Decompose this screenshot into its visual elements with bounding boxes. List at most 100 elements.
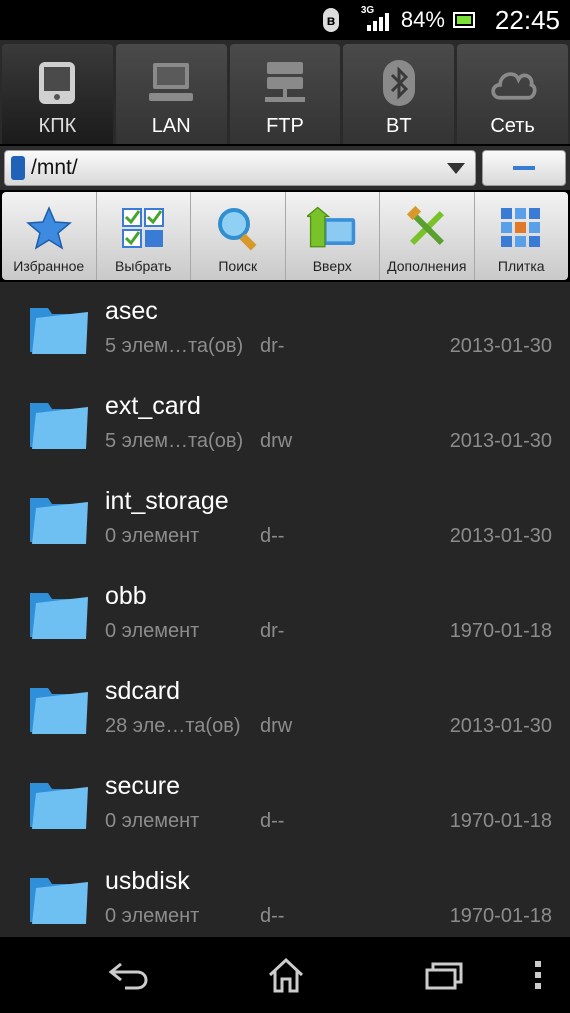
file-date: 1970-01-18 xyxy=(449,620,552,642)
select-button[interactable]: Выбрать xyxy=(97,192,191,280)
home-button[interactable] xyxy=(262,955,310,995)
search-button[interactable]: Поиск xyxy=(191,192,286,280)
file-date: 2013-01-30 xyxy=(449,715,552,737)
tab-label: FTP xyxy=(266,115,304,137)
grid-icon xyxy=(496,204,546,252)
tab-label: LAN xyxy=(151,115,191,137)
favorites-button[interactable]: Избранное xyxy=(2,192,97,280)
path-bar: /mnt/ xyxy=(0,146,570,190)
tab-ftp[interactable]: FTP xyxy=(229,44,341,144)
file-permissions: dr- xyxy=(260,335,285,357)
list-item[interactable]: usbdisk 0 элемент d-- 1970-01-18 xyxy=(0,852,570,937)
navigation-bar xyxy=(0,937,570,1013)
file-date: 2013-01-30 xyxy=(449,525,552,547)
path-dropdown[interactable]: /mnt/ xyxy=(4,150,476,186)
file-name: sdcard xyxy=(105,677,181,705)
file-name: ext_card xyxy=(105,392,201,420)
list-item[interactable]: asec 5 элем…та(ов) dr- 2013-01-30 xyxy=(0,282,570,377)
cloud-icon xyxy=(489,59,537,107)
file-count: 0 элемент xyxy=(105,810,200,832)
file-permissions: dr- xyxy=(260,620,285,642)
extras-button[interactable]: Дополнения xyxy=(380,192,475,280)
tile-view-button[interactable]: Плитка xyxy=(475,192,569,280)
tools-icon xyxy=(402,204,452,252)
tool-label: Плитка xyxy=(497,258,545,274)
list-item[interactable]: sdcard 28 эле…та(ов) drw 2013-01-30 xyxy=(0,662,570,757)
folder-icon xyxy=(28,488,90,548)
tool-label: Дополнения xyxy=(387,258,467,274)
chevron-down-icon xyxy=(447,162,465,174)
bluetooth-status-icon: ʙ xyxy=(322,8,339,32)
file-permissions: d-- xyxy=(260,810,285,832)
folder-icon xyxy=(28,393,90,453)
status-bar: ʙ 3G 84% 22:45 xyxy=(0,0,570,40)
file-count: 0 элемент xyxy=(105,905,200,927)
tab-network[interactable]: Сеть xyxy=(457,44,568,144)
file-date: 2013-01-30 xyxy=(449,430,552,452)
file-date: 1970-01-18 xyxy=(449,905,552,927)
tool-label: Избранное xyxy=(13,258,85,274)
file-list: asec 5 элем…та(ов) dr- 2013-01-30 ext_ca… xyxy=(0,282,570,937)
recent-apps-icon xyxy=(425,962,463,990)
signal-icon: 3G xyxy=(361,5,389,33)
checklist-icon xyxy=(118,204,168,252)
tool-label: Вверх xyxy=(312,258,352,274)
file-count: 5 элем…та(ов) xyxy=(105,430,244,452)
file-permissions: drw xyxy=(260,430,293,452)
network-server-icon xyxy=(261,59,309,107)
file-count: 0 элемент xyxy=(105,620,200,642)
home-icon xyxy=(268,957,304,993)
menu-button[interactable] xyxy=(528,955,548,995)
tab-lan[interactable]: LAN xyxy=(115,44,227,144)
computer-icon xyxy=(147,59,195,107)
file-name: obb xyxy=(105,582,147,610)
folder-icon xyxy=(28,583,90,643)
folder-up-icon xyxy=(307,204,357,252)
file-name: usbdisk xyxy=(105,867,190,895)
file-permissions: drw xyxy=(260,715,293,737)
recent-apps-button[interactable] xyxy=(418,955,468,995)
folder-icon xyxy=(28,868,90,928)
file-date: 1970-01-18 xyxy=(449,810,552,832)
folder-icon xyxy=(28,773,90,833)
list-item[interactable]: secure 0 элемент d-- 1970-01-18 xyxy=(0,757,570,852)
clock: 22:45 xyxy=(494,4,560,35)
file-name: secure xyxy=(105,772,181,800)
minus-icon xyxy=(513,166,535,170)
storage-icon xyxy=(11,156,25,180)
tab-label: КПК xyxy=(38,115,77,137)
folder-icon xyxy=(28,678,90,738)
tool-label: Выбрать xyxy=(115,258,172,274)
back-icon xyxy=(108,962,148,990)
file-count: 5 элем…та(ов) xyxy=(105,335,244,357)
current-path: /mnt/ xyxy=(31,156,78,179)
battery-icon xyxy=(452,12,475,28)
list-item[interactable]: int_storage 0 элемент d-- 2013-01-30 xyxy=(0,472,570,567)
tab-label: Сеть xyxy=(490,115,535,137)
up-button[interactable]: Вверх xyxy=(286,192,380,280)
file-date: 2013-01-30 xyxy=(449,335,552,357)
file-count: 0 элемент xyxy=(105,525,200,547)
tool-label: Поиск xyxy=(218,258,258,274)
file-name: int_storage xyxy=(105,487,229,515)
list-item[interactable]: ext_card 5 элем…та(ов) drw 2013-01-30 xyxy=(0,377,570,472)
tab-label: BT xyxy=(386,115,412,137)
folder-icon xyxy=(28,298,90,358)
collapse-button[interactable] xyxy=(482,150,566,186)
tab-bt[interactable]: BT xyxy=(343,44,455,144)
file-name: asec xyxy=(105,297,158,325)
back-button[interactable] xyxy=(104,955,152,995)
overflow-menu-icon xyxy=(535,961,541,989)
file-permissions: d-- xyxy=(260,525,285,547)
file-count: 28 эле…та(ов) xyxy=(105,715,241,737)
location-tabs: КПК LAN FTP BT Сеть xyxy=(0,40,570,144)
magnifier-icon xyxy=(213,204,263,252)
list-item[interactable]: obb 0 элемент dr- 1970-01-18 xyxy=(0,567,570,662)
action-toolbar: Избранное Выбрать Поиск Вверх Дополнения xyxy=(2,192,568,280)
device-icon xyxy=(33,59,81,107)
battery-percent: 84% xyxy=(400,7,445,32)
bluetooth-icon xyxy=(375,59,423,107)
tab-kpk[interactable]: КПК xyxy=(2,44,113,144)
file-permissions: d-- xyxy=(260,905,285,927)
star-icon xyxy=(24,204,74,252)
